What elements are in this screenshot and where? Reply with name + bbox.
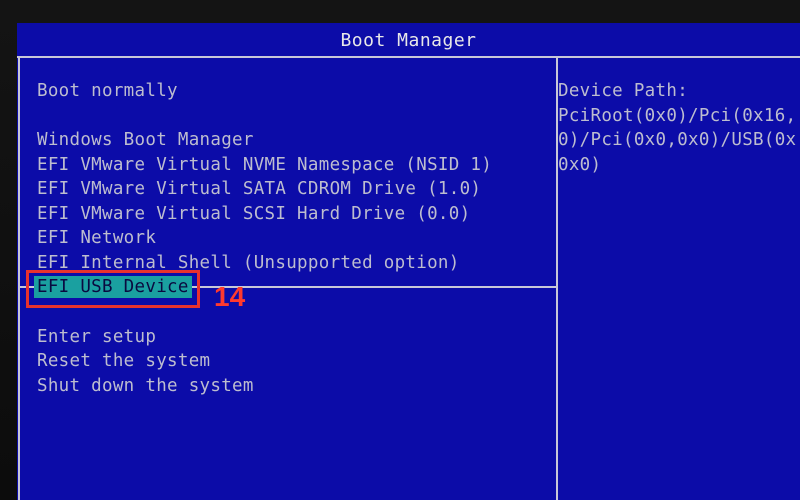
menu-item-reset-system[interactable]: Reset the system	[37, 350, 210, 372]
device-path-line: PciRoot(0x0)/Pci(0x16,	[558, 106, 797, 126]
annotation-step-number: 14	[214, 281, 246, 312]
boot-option-nvme-namespace[interactable]: EFI VMware Virtual NVME Namespace (NSID …	[37, 154, 492, 176]
device-path-line: 0)/Pci(0x0,0x0)/USB(0x	[558, 130, 797, 150]
boot-option-scsi-hard-drive[interactable]: EFI VMware Virtual SCSI Hard Drive (0.0)	[37, 203, 470, 225]
device-path-line: 0x0)	[558, 155, 602, 175]
frame-top-border	[17, 56, 800, 58]
boot-option-sata-cdrom[interactable]: EFI VMware Virtual SATA CDROM Drive (1.0…	[37, 178, 481, 200]
bios-screen: Boot Manager Boot normally Windows Boot …	[17, 23, 800, 500]
device-path-label: Device Path:	[558, 81, 689, 101]
menu-item-boot-normally[interactable]: Boot normally	[37, 80, 178, 102]
title-bar: Boot Manager	[17, 23, 800, 58]
boot-option-windows-boot-manager[interactable]: Windows Boot Manager	[37, 129, 254, 151]
page-title: Boot Manager	[340, 30, 477, 51]
annotation-highlight-box	[26, 270, 200, 308]
menu-item-shut-down-system[interactable]: Shut down the system	[37, 375, 254, 397]
frame-left-border	[18, 56, 20, 500]
boot-option-efi-network[interactable]: EFI Network	[37, 227, 156, 249]
menu-item-enter-setup[interactable]: Enter setup	[37, 326, 156, 348]
